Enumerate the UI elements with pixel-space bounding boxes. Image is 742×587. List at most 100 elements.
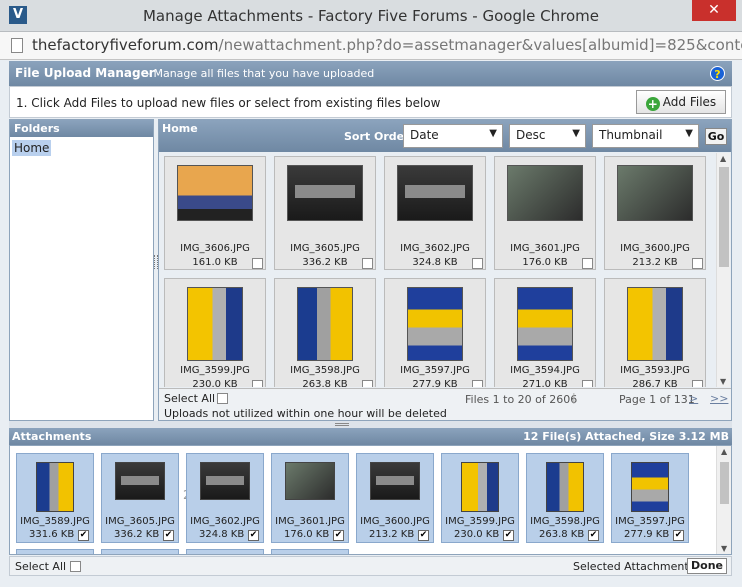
file-select-checkbox[interactable] [252, 380, 263, 387]
file-thumbnail[interactable]: IMG_3602.JPG 324.8 KB [384, 156, 486, 270]
file-thumbnail[interactable]: IMG_3606.JPG 161.0 KB [164, 156, 266, 270]
attachments-scrollbar[interactable]: ▲ ▼ [716, 446, 731, 554]
file-name: IMG_3599.JPG [180, 365, 250, 376]
upload-expiry-note: Uploads not utilized within one hour wil… [164, 407, 447, 420]
help-icon[interactable]: ? [710, 66, 725, 81]
scroll-down-arrow-icon[interactable]: ▼ [721, 544, 727, 553]
url-domain: thefactoryfiveforum.com [32, 36, 219, 54]
file-thumbnail[interactable]: IMG_3594.JPG 271.0 KB [494, 278, 596, 387]
file-thumbnail-grid: IMG_3606.JPG 161.0 KB IMG_3605.JPG 336.2 K… [160, 153, 715, 387]
file-size: 263.8 KB [302, 379, 348, 387]
file-size: 286.7 KB [632, 379, 678, 387]
add-files-button[interactable]: + Add Files [636, 90, 726, 114]
plus-circle-icon: + [645, 97, 660, 111]
folders-title: Folders [10, 120, 153, 137]
attachment-thumbnail[interactable]: IMG_3600.JPG 213.2 KB ✔ [356, 453, 434, 543]
photo-thumbnail [370, 462, 420, 500]
attachment-thumbnail[interactable]: IMG_3605.JPG 336.2 KB ✔ [101, 453, 179, 543]
file-select-checkbox[interactable] [472, 258, 483, 269]
file-range-text: Files 1 to 20 of 2606 [465, 393, 578, 406]
breadcrumb[interactable]: Home [162, 122, 198, 135]
grip-handle-icon [335, 423, 349, 426]
photo-thumbnail [297, 287, 353, 361]
url-text[interactable]: thefactoryfiveforum.com/newattachment.ph… [32, 36, 742, 54]
select-all-files-label: Select All [164, 392, 216, 405]
attachment-name: IMG_3598.JPG [530, 516, 600, 527]
sort-field-select[interactable]: Date ▼ [403, 124, 503, 148]
file-thumbnail[interactable]: IMG_3593.JPG 286.7 KB [604, 278, 706, 387]
attachment-thumbnail[interactable]: IMG_3598.JPG 263.8 KB ✔ [526, 453, 604, 543]
attachment-name: IMG_3602.JPG [190, 516, 260, 527]
file-thumbnail[interactable]: IMG_3601.JPG 176.0 KB [494, 156, 596, 270]
page-subtitle: - Manage all files that you have uploade… [146, 67, 375, 80]
sort-direction-value: Desc [516, 128, 546, 142]
select-all-files-checkbox[interactable] [217, 393, 228, 404]
attachment-checkbox[interactable]: ✔ [503, 530, 514, 541]
scroll-down-arrow-icon[interactable]: ▼ [720, 377, 726, 386]
view-mode-select[interactable]: Thumbnail ▼ [592, 124, 699, 148]
scroll-up-arrow-icon[interactable]: ▲ [721, 447, 727, 456]
page-icon [11, 38, 23, 53]
file-thumbnail[interactable]: IMG_3598.JPG 263.8 KB [274, 278, 376, 387]
attachments-header: Attachments 12 File(s) Attached, Size 3.… [9, 428, 732, 445]
attachment-thumbnail[interactable]: IMG_3597.JPG 277.9 KB ✔ [611, 453, 689, 543]
file-select-checkbox[interactable] [692, 380, 703, 387]
attachment-thumbnail[interactable]: IMG_3601.JPG 176.0 KB ✔ [271, 453, 349, 543]
file-select-checkbox[interactable] [252, 258, 263, 269]
folder-item-home[interactable]: Home [12, 140, 52, 156]
file-select-checkbox[interactable] [692, 258, 703, 269]
attachments-resize-divider[interactable] [9, 421, 732, 428]
file-thumbnail[interactable]: IMG_3599.JPG 230.0 KB [164, 278, 266, 387]
scroll-up-arrow-icon[interactable]: ▲ [720, 154, 726, 163]
done-button[interactable]: Done [687, 558, 727, 574]
attachment-checkbox[interactable]: ✔ [673, 530, 684, 541]
attachment-thumbnail-partial[interactable] [16, 549, 94, 554]
folders-panel: Folders Home [9, 119, 154, 421]
attachment-thumbnail[interactable]: IMG_3599.JPG 230.0 KB ✔ [441, 453, 519, 543]
attachment-thumbnail-partial[interactable] [271, 549, 349, 554]
attachment-checkbox[interactable]: ✔ [588, 530, 599, 541]
attachment-thumbnail-partial[interactable] [186, 549, 264, 554]
file-name: IMG_3606.JPG [180, 243, 250, 254]
file-size: 176.0 KB [522, 257, 568, 268]
attachment-checkbox[interactable]: ✔ [333, 530, 344, 541]
attachment-thumbnail[interactable]: IMG_3602.JPG 324.8 KB ✔ [186, 453, 264, 543]
photo-thumbnail [397, 165, 473, 221]
attachments-panel: 2 IMG_3589.JPG331.6 KB✔ IMG_3605.JPG336.… [9, 445, 732, 555]
file-select-checkbox[interactable] [472, 380, 483, 387]
file-select-checkbox[interactable] [582, 380, 593, 387]
attachment-checkbox[interactable]: ✔ [163, 530, 174, 541]
chevron-down-icon: ▼ [489, 128, 497, 139]
attachment-checkbox[interactable]: ✔ [248, 530, 259, 541]
file-select-checkbox[interactable] [362, 258, 373, 269]
file-select-checkbox[interactable] [362, 380, 373, 387]
file-thumbnail[interactable]: IMG_3597.JPG 277.9 KB [384, 278, 486, 387]
attachment-checkbox[interactable]: ✔ [78, 530, 89, 541]
attachment-thumbnail[interactable]: IMG_3589.JPG 331.6 KB ✔ [16, 453, 94, 543]
attachment-thumbnail-partial[interactable] [101, 549, 179, 554]
add-files-label: Add Files [662, 95, 717, 109]
page-title: File Upload Manager [15, 66, 155, 80]
instruction-text: 1. Click Add Files to upload new files o… [16, 96, 441, 110]
scrollbar-thumb[interactable] [719, 167, 729, 267]
go-button[interactable]: Go [705, 128, 727, 145]
scrollbar-thumb[interactable] [720, 462, 729, 504]
window-close-button[interactable]: ✕ [692, 0, 736, 21]
attachments-summary: 12 File(s) Attached, Size 3.12 MB [523, 430, 729, 443]
photo-thumbnail [627, 287, 683, 361]
file-name: IMG_3594.JPG [510, 365, 580, 376]
select-all-attachments-checkbox[interactable] [70, 561, 81, 572]
files-scrollbar[interactable]: ▲ ▼ [716, 153, 730, 387]
attachment-name: IMG_3601.JPG [275, 516, 345, 527]
next-page-link[interactable]: > [689, 392, 698, 405]
address-bar[interactable]: thefactoryfiveforum.com/newattachment.ph… [0, 32, 742, 60]
attachment-checkbox[interactable]: ✔ [418, 530, 429, 541]
file-thumbnail[interactable]: IMG_3600.JPG 213.2 KB [604, 156, 706, 270]
file-name: IMG_3593.JPG [620, 365, 690, 376]
last-page-link[interactable]: >> [710, 392, 728, 405]
chevron-down-icon: ▼ [572, 128, 580, 139]
file-thumbnail[interactable]: IMG_3605.JPG 336.2 KB [274, 156, 376, 270]
sort-field-value: Date [410, 128, 439, 142]
sort-direction-select[interactable]: Desc ▼ [509, 124, 586, 148]
file-select-checkbox[interactable] [582, 258, 593, 269]
